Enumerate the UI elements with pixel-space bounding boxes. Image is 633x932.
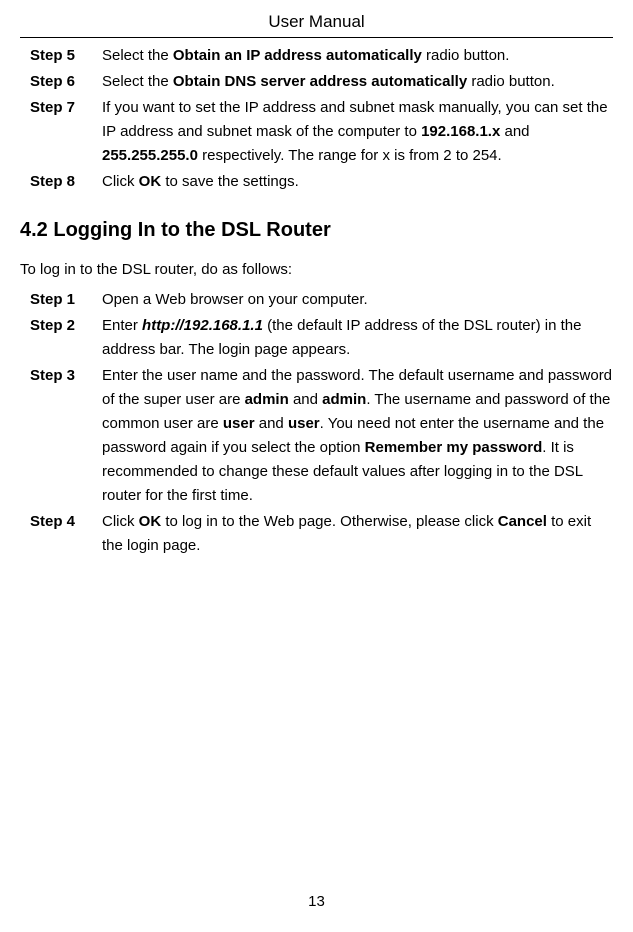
text-fragment: radio button. bbox=[467, 73, 555, 90]
step-label: Step 7 bbox=[30, 96, 102, 168]
step-row: Step 3Enter the user name and the passwo… bbox=[30, 364, 613, 508]
text-fragment: and bbox=[289, 391, 322, 408]
text-fragment: Remember my password bbox=[365, 439, 543, 456]
text-fragment: admin bbox=[322, 391, 366, 408]
text-fragment: Click bbox=[102, 173, 139, 190]
step-row: Step 7If you want to set the IP address … bbox=[30, 96, 613, 168]
text-fragment: Obtain DNS server address automatically bbox=[173, 73, 467, 90]
step-label: Step 4 bbox=[30, 510, 102, 558]
step-label: Step 1 bbox=[30, 288, 102, 312]
step-row: Step 2Enter http://192.168.1.1 (the defa… bbox=[30, 314, 613, 362]
step-text: If you want to set the IP address and su… bbox=[102, 96, 613, 168]
step-text: Enter the user name and the password. Th… bbox=[102, 364, 613, 508]
page-header-title: User Manual bbox=[20, 8, 613, 38]
text-fragment: radio button. bbox=[422, 47, 510, 64]
text-fragment: 192.168.1.x bbox=[421, 123, 500, 140]
step-label: Step 2 bbox=[30, 314, 102, 362]
step-text: Click OK to save the settings. bbox=[102, 170, 613, 194]
step-row: Step 6Select the Obtain DNS server addre… bbox=[30, 70, 613, 94]
text-fragment: 255.255.255.0 bbox=[102, 147, 198, 164]
step-row: Step 1Open a Web browser on your compute… bbox=[30, 288, 613, 312]
step-label: Step 6 bbox=[30, 70, 102, 94]
step-row: Step 5Select the Obtain an IP address au… bbox=[30, 44, 613, 68]
page-number: 13 bbox=[0, 890, 633, 914]
section2-intro: To log in to the DSL router, do as follo… bbox=[20, 258, 613, 282]
text-fragment: Select the bbox=[102, 73, 173, 90]
step-row: Step 8Click OK to save the settings. bbox=[30, 170, 613, 194]
step-text: Click OK to log in to the Web page. Othe… bbox=[102, 510, 613, 558]
step-text: Select the Obtain an IP address automati… bbox=[102, 44, 613, 68]
text-fragment: Select the bbox=[102, 47, 173, 64]
text-fragment: Click bbox=[102, 513, 139, 530]
text-fragment: user bbox=[288, 415, 320, 432]
text-fragment: to save the settings. bbox=[161, 173, 299, 190]
text-fragment: OK bbox=[139, 173, 162, 190]
text-fragment: Open a Web browser on your computer. bbox=[102, 291, 368, 308]
text-fragment: user bbox=[223, 415, 255, 432]
section2-steps: Step 1Open a Web browser on your compute… bbox=[20, 288, 613, 558]
step-row: Step 4Click OK to log in to the Web page… bbox=[30, 510, 613, 558]
step-label: Step 5 bbox=[30, 44, 102, 68]
step-text: Open a Web browser on your computer. bbox=[102, 288, 613, 312]
text-fragment: Enter bbox=[102, 317, 142, 334]
step-label: Step 8 bbox=[30, 170, 102, 194]
section-heading: 4.2 Logging In to the DSL Router bbox=[20, 214, 613, 246]
step-text: Enter http://192.168.1.1 (the default IP… bbox=[102, 314, 613, 362]
text-fragment: respectively. The range for x is from 2 … bbox=[198, 147, 502, 164]
text-fragment: to log in to the Web page. Otherwise, pl… bbox=[161, 513, 498, 530]
text-fragment: Cancel bbox=[498, 513, 547, 530]
step-label: Step 3 bbox=[30, 364, 102, 508]
text-fragment: and bbox=[500, 123, 529, 140]
text-fragment: admin bbox=[245, 391, 289, 408]
text-fragment: http://192.168.1.1 bbox=[142, 317, 263, 334]
text-fragment: If you want to set the IP address and su… bbox=[102, 99, 608, 140]
step-text: Select the Obtain DNS server address aut… bbox=[102, 70, 613, 94]
text-fragment: OK bbox=[139, 513, 162, 530]
section1-steps: Step 5Select the Obtain an IP address au… bbox=[20, 44, 613, 194]
text-fragment: and bbox=[255, 415, 288, 432]
text-fragment: Obtain an IP address automatically bbox=[173, 47, 422, 64]
